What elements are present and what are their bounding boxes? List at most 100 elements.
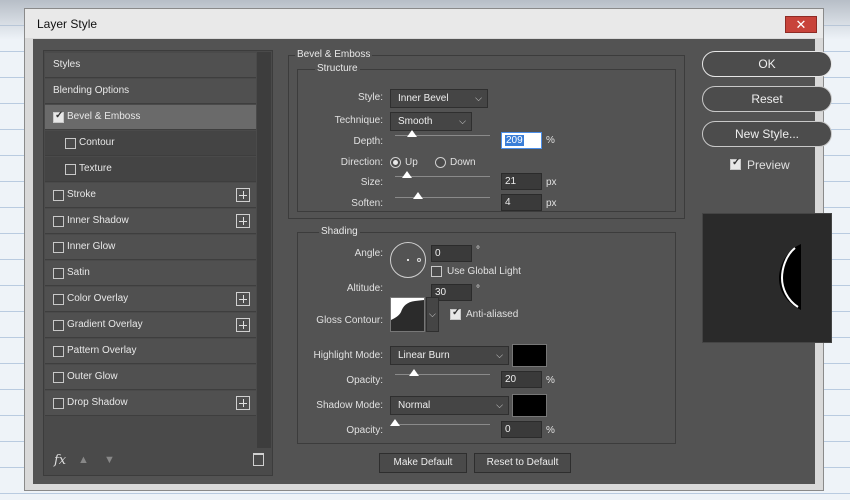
window-title: Layer Style	[37, 17, 98, 31]
chevron-down-icon: ⌵	[475, 93, 482, 103]
altitude-unit: °	[476, 284, 480, 295]
style-list-label: Pattern Overlay	[67, 345, 137, 356]
direction-up-label: Up	[405, 157, 418, 168]
gloss-contour-picker[interactable]	[390, 297, 425, 332]
size-slider-thumb[interactable]	[402, 171, 413, 178]
move-up-icon[interactable]: ▲	[78, 454, 89, 466]
style-list-item[interactable]: Bevel & Emboss	[45, 105, 256, 130]
highlight-opacity-thumb[interactable]	[409, 369, 419, 376]
style-list-label: Bevel & Emboss	[67, 111, 141, 122]
style-checkbox[interactable]	[53, 110, 64, 123]
style-checkbox[interactable]	[53, 294, 64, 305]
style-list-label: Contour	[79, 137, 115, 148]
style-checkbox[interactable]	[53, 346, 64, 357]
style-list-label: Stroke	[67, 189, 96, 200]
direction-up-radio[interactable]	[390, 157, 401, 168]
angle-input[interactable]: 0	[431, 245, 472, 262]
style-list-item[interactable]: Drop Shadow	[45, 391, 256, 416]
add-plus-icon[interactable]	[236, 214, 250, 228]
depth-slider-thumb[interactable]	[407, 130, 418, 137]
styles-list-scrollbar[interactable]	[257, 52, 271, 448]
shadow-opacity-slider[interactable]	[390, 419, 490, 426]
soften-label: Soften:	[351, 198, 383, 209]
style-checkbox[interactable]	[65, 138, 76, 149]
style-list-label: Blending Options	[53, 85, 130, 96]
style-list-item[interactable]: Styles	[45, 53, 256, 78]
highlight-mode-dropdown[interactable]: Linear Burn ⌵	[390, 346, 509, 365]
styles-list-panel: Styles Blending Options Bevel & Emboss Cont…	[43, 50, 273, 476]
style-list-item[interactable]: Color Overlay	[45, 287, 256, 312]
style-label: Style:	[357, 92, 383, 103]
gloss-contour-label: Gloss Contour:	[316, 315, 383, 326]
soften-slider[interactable]	[395, 192, 490, 199]
styles-list-toolbar: fx ▲ ▼	[44, 448, 272, 475]
style-checkbox[interactable]	[53, 372, 64, 383]
reset-to-default-button[interactable]: Reset to Default	[474, 453, 571, 473]
ok-button[interactable]: OK	[702, 51, 832, 77]
fx-button[interactable]: fx	[54, 453, 66, 468]
use-global-light-checkbox[interactable]	[431, 266, 442, 277]
anti-aliased-label: Anti-aliased	[466, 309, 519, 320]
shadow-opacity-input[interactable]: 0	[501, 421, 542, 438]
style-list-item[interactable]: Blending Options	[45, 79, 256, 104]
style-list-item[interactable]: Outer Glow	[45, 365, 256, 390]
size-input[interactable]: 21	[501, 173, 542, 190]
new-style-button[interactable]: New Style...	[702, 121, 832, 147]
depth-label: Depth:	[353, 136, 383, 147]
style-list-item[interactable]: Pattern Overlay	[45, 339, 256, 364]
soften-input[interactable]: 4	[501, 194, 542, 211]
style-list-item[interactable]: Gradient Overlay	[45, 313, 256, 338]
style-list-item[interactable]: Stroke	[45, 183, 256, 208]
style-list-label: Outer Glow	[67, 371, 118, 382]
style-checkbox[interactable]	[53, 398, 64, 409]
move-down-icon[interactable]: ▼	[104, 454, 115, 466]
style-list-item[interactable]: Satin	[45, 261, 256, 286]
highlight-color-swatch[interactable]	[512, 344, 547, 367]
style-list-item[interactable]: Contour	[45, 131, 256, 156]
highlight-opacity-slider[interactable]	[395, 369, 490, 376]
style-checkbox[interactable]	[53, 320, 64, 331]
shadow-color-swatch[interactable]	[512, 394, 547, 417]
trash-icon[interactable]	[253, 453, 264, 466]
anti-aliased-checkbox[interactable]	[450, 307, 461, 320]
add-plus-icon[interactable]	[236, 292, 250, 306]
chevron-down-icon: ⌵	[429, 309, 436, 319]
soften-slider-thumb[interactable]	[412, 192, 423, 199]
style-list-item[interactable]: Inner Shadow	[45, 209, 256, 234]
make-default-button[interactable]: Make Default	[379, 453, 467, 473]
add-plus-icon[interactable]	[236, 188, 250, 202]
style-preview-thumbnail	[702, 213, 832, 343]
depth-slider[interactable]	[395, 130, 490, 137]
shadow-mode-dropdown[interactable]: Normal ⌵	[390, 396, 509, 415]
style-list-label: Drop Shadow	[67, 397, 128, 408]
style-dropdown[interactable]: Inner Bevel ⌵	[390, 89, 488, 108]
style-list-item[interactable]: Inner Glow	[45, 235, 256, 260]
depth-unit: %	[546, 135, 555, 146]
close-button[interactable]: ✕	[785, 16, 817, 33]
shadow-opacity-thumb[interactable]	[390, 419, 400, 426]
style-checkbox[interactable]	[65, 164, 76, 175]
preview-label: Preview	[747, 158, 790, 172]
add-plus-icon[interactable]	[236, 396, 250, 410]
size-slider[interactable]	[395, 171, 490, 178]
shadow-mode-label: Shadow Mode:	[316, 400, 383, 411]
altitude-label: Altitude:	[346, 283, 383, 294]
reset-button[interactable]: Reset	[702, 86, 832, 112]
direction-down-label: Down	[450, 157, 476, 168]
angle-dial[interactable]	[390, 242, 426, 278]
style-checkbox[interactable]	[53, 242, 64, 253]
preview-checkbox[interactable]	[730, 157, 741, 170]
style-checkbox[interactable]	[53, 190, 64, 201]
depth-input[interactable]: 209	[501, 132, 542, 149]
highlight-mode-label: Highlight Mode:	[313, 350, 383, 361]
style-list-item[interactable]: Texture	[45, 157, 256, 182]
technique-dropdown[interactable]: Smooth ⌵	[390, 112, 472, 131]
style-checkbox[interactable]	[53, 268, 64, 279]
structure-heading: Structure	[315, 63, 360, 74]
gloss-contour-dropdown[interactable]: ⌵	[426, 297, 439, 332]
direction-label: Direction:	[340, 157, 383, 168]
highlight-opacity-input[interactable]: 20	[501, 371, 542, 388]
direction-down-radio[interactable]	[435, 157, 446, 168]
add-plus-icon[interactable]	[236, 318, 250, 332]
style-checkbox[interactable]	[53, 216, 64, 227]
